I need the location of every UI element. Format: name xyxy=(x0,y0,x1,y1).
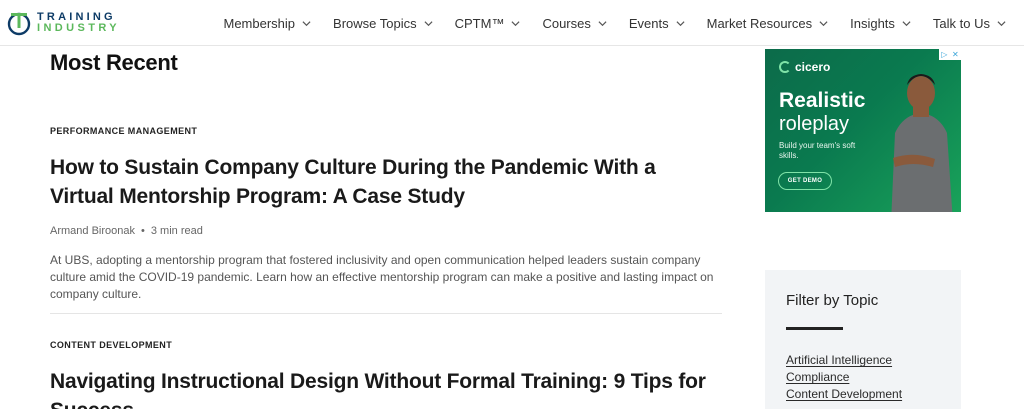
filter-title-underline xyxy=(786,327,843,330)
filter-topic-link[interactable]: Artificial Intelligence xyxy=(786,352,902,369)
section-title: Most Recent xyxy=(50,50,178,75)
site-logo[interactable]: TRAINING INDUSTRY xyxy=(6,8,120,38)
filter-topic-link[interactable]: Compliance xyxy=(786,369,902,386)
chevron-down-icon xyxy=(902,20,911,26)
nav-events[interactable]: Events xyxy=(629,16,685,31)
nav-insights[interactable]: Insights xyxy=(850,16,911,31)
nav-market-resources[interactable]: Market Resources xyxy=(707,16,828,31)
ad-info-icon[interactable]: ▷ xyxy=(941,50,947,59)
article-title[interactable]: Navigating Instructional Design Without … xyxy=(50,367,722,409)
ad-subheadline: roleplay xyxy=(779,113,850,135)
filter-topic-list: Artificial Intelligence Compliance Conte… xyxy=(786,352,902,403)
chevron-down-icon xyxy=(424,20,433,26)
nav-browse-topics[interactable]: Browse Topics xyxy=(333,16,433,31)
article-author[interactable]: Armand Biroonak xyxy=(50,225,135,237)
chevron-down-icon xyxy=(676,20,685,26)
nav-membership[interactable]: Membership xyxy=(224,16,312,31)
chevron-down-icon xyxy=(598,20,607,26)
meta-separator: • xyxy=(141,225,145,237)
nav-talk-to-us[interactable]: Talk to Us xyxy=(933,16,1006,31)
chevron-down-icon xyxy=(997,20,1006,26)
nav-label: Market Resources xyxy=(706,15,813,31)
filter-panel: Filter by Topic Artificial Intelligence … xyxy=(765,270,961,409)
ad-subtext: Build your team's soft skills. xyxy=(779,141,856,160)
ad-banner[interactable]: ▷ ✕ cicero Realistic roleplay Build your … xyxy=(765,49,961,212)
logo-text-industry: INDUSTRY xyxy=(37,22,121,34)
nav-label: CPTM™ xyxy=(454,15,505,31)
nav-cptm[interactable]: CPTM™ xyxy=(455,16,521,31)
nav-label: Talk to Us xyxy=(932,15,990,31)
nav-label: Courses xyxy=(542,15,591,31)
nav-label: Browse Topics xyxy=(333,15,417,31)
ad-brand: cicero xyxy=(779,60,830,74)
article-meta: Armand Biroonak • 3 min read xyxy=(50,225,722,237)
ad-person-image xyxy=(891,74,953,212)
nav-courses[interactable]: Courses xyxy=(542,15,607,31)
site-header: TRAINING INDUSTRY Membership Browse Topi… xyxy=(0,0,1024,46)
article-read-time: 3 min read xyxy=(150,225,203,237)
article-title[interactable]: How to Sustain Company Culture During th… xyxy=(50,153,722,211)
ad-headline: Realistic xyxy=(779,89,866,112)
nav-label: Membership xyxy=(223,15,296,31)
chevron-down-icon xyxy=(511,20,520,26)
chevron-down-icon xyxy=(819,20,828,26)
logo-icon xyxy=(7,12,31,36)
cicero-logo-icon xyxy=(779,61,791,73)
chevron-down-icon xyxy=(302,20,311,26)
main-nav: Membership Browse Topics CPTM™ Courses E… xyxy=(202,0,1007,46)
ad-cta-button[interactable]: GET DEMO xyxy=(778,172,832,190)
ad-close-controls[interactable]: ▷ ✕ xyxy=(939,49,961,60)
article-excerpt: At UBS, adopting a mentorship program th… xyxy=(50,253,714,301)
ad-close-icon[interactable]: ✕ xyxy=(952,50,959,59)
article-card: CONTENT DEVELOPMENT Navigating Instructi… xyxy=(50,335,722,409)
article-card: PERFORMANCE MANAGEMENT How to Sustain Co… xyxy=(50,121,722,303)
article-category[interactable]: PERFORMANCE MANAGEMENT xyxy=(50,126,197,136)
nav-label: Insights xyxy=(850,15,895,31)
article-category[interactable]: CONTENT DEVELOPMENT xyxy=(50,340,172,350)
filter-topic-link[interactable]: Content Development xyxy=(786,386,902,403)
filter-title: Filter by Topic xyxy=(786,292,879,309)
article-divider xyxy=(50,313,722,314)
ad-brand-name: cicero xyxy=(795,60,831,74)
nav-label: Events xyxy=(628,15,669,31)
